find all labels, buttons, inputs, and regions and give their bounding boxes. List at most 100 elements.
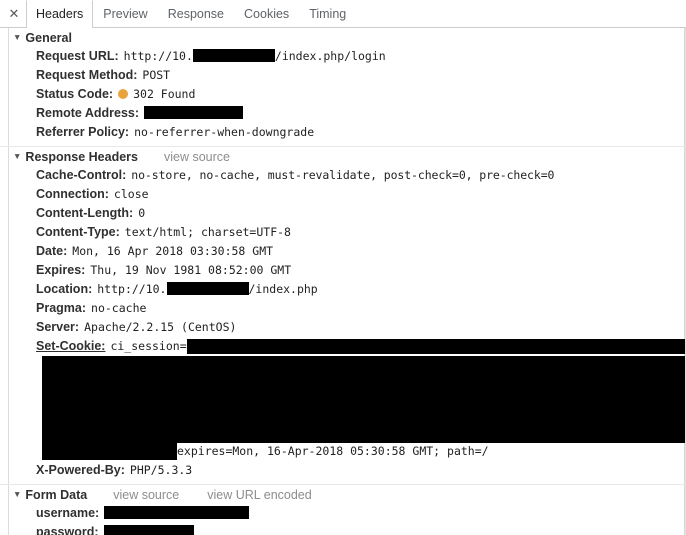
- devtools-network-headers-panel: ✕ Headers Preview Response Cookies Timin…: [0, 0, 686, 535]
- header-key: Cache-Control:: [36, 168, 127, 182]
- form-row-password: password:: [9, 523, 685, 535]
- tab-headers-label: Headers: [36, 7, 84, 21]
- section-response-headers: ▼ Response Headers view source Cache-Con…: [0, 146, 685, 484]
- header-row-x-powered-by: X-Powered-By: PHP/5.3.3: [9, 460, 685, 480]
- header-key: Status Code:: [36, 87, 114, 101]
- header-key: Request URL:: [36, 49, 119, 63]
- section-form-data-title: Form Data: [25, 488, 88, 502]
- redaction-block: [42, 356, 685, 443]
- tab-response-label: Response: [167, 7, 225, 21]
- view-source-link[interactable]: view source: [113, 488, 179, 502]
- value-text: http://10.: [97, 282, 167, 296]
- tab-headers[interactable]: Headers: [26, 0, 94, 28]
- header-row-pragma: Pragma: no-cache: [9, 299, 685, 318]
- status-code-text: 302 Found: [133, 87, 196, 101]
- header-row-date: Date: Mon, 16 Apr 2018 03:30:58 GMT: [9, 242, 685, 261]
- header-value: 0: [138, 206, 146, 220]
- header-key: Location:: [36, 282, 93, 296]
- section-form-data-header[interactable]: ▼ Form Data view source view URL encoded: [9, 485, 685, 504]
- tab-cookies-label: Cookies: [244, 7, 290, 21]
- triangle-down-icon: ▼: [13, 150, 22, 161]
- value-text: http://10.: [123, 49, 193, 63]
- header-value: 302 Found: [118, 86, 195, 103]
- header-key: Set-Cookie:: [36, 339, 106, 353]
- header-value: no-cache: [91, 301, 147, 315]
- general-rows: Request URL: http://10./index.php/login …: [9, 47, 685, 146]
- header-value: text/html; charset=UTF-8: [124, 225, 291, 239]
- redaction-block: [187, 339, 685, 354]
- form-row-username: username:: [9, 504, 685, 523]
- header-key: X-Powered-By:: [36, 463, 125, 477]
- triangle-down-icon: ▼: [13, 31, 22, 42]
- header-row-server: Server: Apache/2.2.15 (CentOS): [9, 318, 685, 337]
- header-value: no-referrer-when-downgrade: [134, 125, 315, 139]
- header-key: Request Method:: [36, 68, 138, 82]
- redaction-block: [192, 49, 275, 62]
- section-form-data: ▼ Form Data view source view URL encoded…: [0, 484, 685, 535]
- header-row-status-code: Status Code: 302 Found: [9, 85, 685, 104]
- header-value: close: [113, 187, 149, 201]
- redaction-block: [103, 525, 194, 535]
- header-row-expires: Expires: Thu, 19 Nov 1981 08:52:00 GMT: [9, 261, 685, 280]
- section-general-header[interactable]: ▼ General: [9, 28, 685, 47]
- set-cookie-redaction-group: expires=Mon, 16-Apr-2018 05:30:58 GMT; p…: [36, 339, 685, 460]
- triangle-down-icon: ▼: [13, 488, 22, 499]
- header-key: Remote Address:: [36, 106, 140, 120]
- header-row-content-length: Content-Length: 0: [9, 204, 685, 223]
- header-value: Thu, 19 Nov 1981 08:52:00 GMT: [90, 263, 292, 277]
- header-value: no-store, no-cache, must-revalidate, pos…: [131, 168, 555, 182]
- section-response-headers-title: Response Headers: [25, 150, 138, 164]
- tab-preview[interactable]: Preview: [93, 0, 157, 27]
- form-field-value: [103, 524, 194, 535]
- tab-timing[interactable]: Timing: [299, 0, 356, 27]
- tab-cookies[interactable]: Cookies: [234, 0, 299, 27]
- header-value: [144, 105, 244, 122]
- header-key: Content-Type:: [36, 225, 120, 239]
- header-key: Server:: [36, 320, 80, 334]
- redaction-block: [166, 282, 249, 295]
- header-key: Pragma:: [36, 301, 87, 315]
- value-text-after: /index.php/login: [274, 49, 386, 63]
- header-value: Apache/2.2.15 (CentOS): [84, 320, 237, 334]
- form-field-value: [104, 505, 250, 522]
- tab-response[interactable]: Response: [158, 0, 234, 27]
- header-row-location: Location: http://10. /index.php: [9, 280, 685, 299]
- section-general: ▼ General Request URL: http://10. /index.…: [0, 28, 685, 146]
- section-general-title: General: [25, 31, 72, 45]
- value-text: ci_session=: [110, 339, 187, 353]
- response-headers-rows: Cache-Control: no-store, no-cache, must-…: [9, 166, 685, 484]
- view-source-link[interactable]: view source: [164, 150, 230, 164]
- close-glyph: ✕: [8, 6, 20, 21]
- header-row-content-type: Content-Type: text/html; charset=UTF-8: [9, 223, 685, 242]
- header-key: Connection:: [36, 187, 109, 201]
- header-value: ci_session=: [110, 338, 186, 355]
- section-response-headers-header[interactable]: ▼ Response Headers view source: [9, 147, 685, 166]
- set-cookie-tail-row: expires=Mon, 16-Apr-2018 05:30:58 GMT; p…: [36, 443, 685, 460]
- set-cookie-tail-text: expires=Mon, 16-Apr-2018 05:30:58 GMT; p…: [177, 444, 489, 458]
- header-value: http://10. /index.php: [97, 281, 318, 298]
- header-row-remote-address: Remote Address:: [9, 104, 685, 123]
- tab-timing-label: Timing: [309, 7, 347, 21]
- header-value: Mon, 16 Apr 2018 03:30:58 GMT: [72, 244, 274, 258]
- header-key: Content-Length:: [36, 206, 134, 220]
- header-row-referrer-policy: Referrer Policy: no-referrer-when-downgr…: [9, 123, 685, 142]
- header-key: Referrer Policy:: [36, 125, 130, 139]
- view-url-encoded-link[interactable]: view URL encoded: [207, 488, 311, 502]
- tab-strip: ✕ Headers Preview Response Cookies Timin…: [0, 0, 686, 28]
- redaction-block: [104, 506, 250, 519]
- close-icon[interactable]: ✕: [2, 0, 26, 27]
- header-value: PHP/5.3.3: [129, 463, 193, 477]
- form-field-key: username:: [36, 506, 100, 520]
- header-row-request-url: Request URL: http://10. /index.php/login: [9, 47, 685, 66]
- value-text-after: /index.php: [248, 282, 318, 296]
- status-circle-icon: [118, 89, 129, 99]
- header-key: Expires:: [36, 263, 86, 277]
- header-value: POST: [142, 68, 171, 82]
- form-field-key: password:: [36, 525, 99, 535]
- header-row-cache-control: Cache-Control: no-store, no-cache, must-…: [9, 166, 685, 185]
- tab-preview-label: Preview: [103, 7, 148, 21]
- header-row-connection: Connection: close: [9, 185, 685, 204]
- header-key: Date:: [36, 244, 68, 258]
- form-data-rows: username: password:: [9, 504, 685, 535]
- redaction-block: [42, 443, 177, 460]
